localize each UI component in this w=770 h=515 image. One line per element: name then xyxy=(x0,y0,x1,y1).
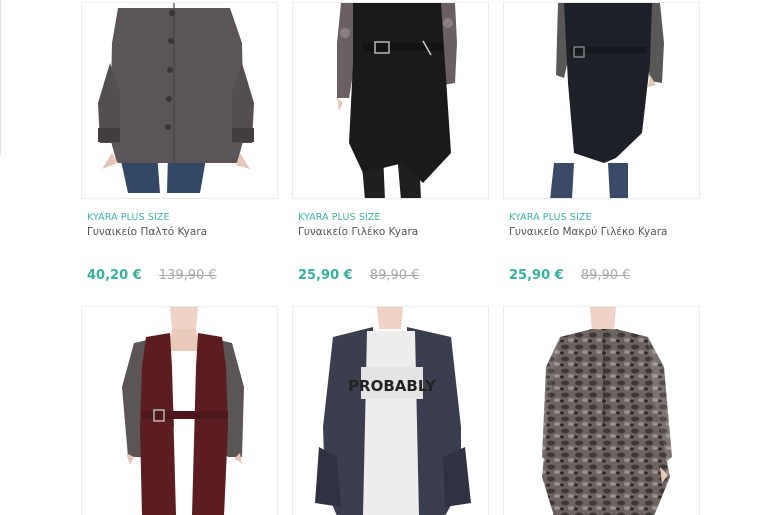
product-brand[interactable]: KYARA PLUS SIZE xyxy=(87,212,287,223)
product-price: 25,90 € xyxy=(509,268,564,283)
product-info: KYARA PLUS SIZE Γυναικείο Μακρύ Γιλέκο K… xyxy=(509,212,709,238)
product-prices: 25,90 € 89,90 € xyxy=(298,264,419,283)
product-image-card[interactable]: PROBABLY xyxy=(292,306,489,515)
product-old-price: 139,90 € xyxy=(158,268,217,283)
product-title[interactable]: Γυναικείο Παλτό Kyara xyxy=(87,226,287,238)
jacket-tshirt-photo: PROBABLY xyxy=(293,307,488,515)
coat-photo xyxy=(82,3,277,198)
product-old-price: 89,90 € xyxy=(369,268,420,283)
product-info: KYARA PLUS SIZE Γυναικείο Γιλέκο Kyara xyxy=(298,212,498,238)
product-image-card[interactable] xyxy=(292,2,489,199)
product-image-card[interactable] xyxy=(81,306,278,515)
black-vest-photo xyxy=(293,3,488,198)
product-brand[interactable]: KYARA PLUS SIZE xyxy=(298,212,498,223)
product-image-card[interactable] xyxy=(503,2,700,199)
product-title[interactable]: Γυναικείο Μακρύ Γιλέκο Kyara xyxy=(509,226,709,238)
product-brand[interactable]: KYARA PLUS SIZE xyxy=(509,212,709,223)
product-prices: 40,20 € 139,90 € xyxy=(87,264,217,283)
product-price: 40,20 € xyxy=(87,268,142,283)
product-image-card[interactable] xyxy=(503,306,700,515)
product-info: KYARA PLUS SIZE Γυναικείο Παλτό Kyara xyxy=(87,212,287,238)
product-price: 25,90 € xyxy=(298,268,353,283)
page-left-border xyxy=(0,0,1,155)
snake-print-dress-photo xyxy=(504,307,699,515)
tshirt-print: PROBABLY xyxy=(348,377,437,395)
product-image-card[interactable] xyxy=(81,2,278,199)
long-black-vest-photo xyxy=(504,3,699,198)
burgundy-vest-photo xyxy=(82,307,277,515)
product-prices: 25,90 € 89,90 € xyxy=(509,264,630,283)
product-old-price: 89,90 € xyxy=(580,268,631,283)
product-title[interactable]: Γυναικείο Γιλέκο Kyara xyxy=(298,226,498,238)
